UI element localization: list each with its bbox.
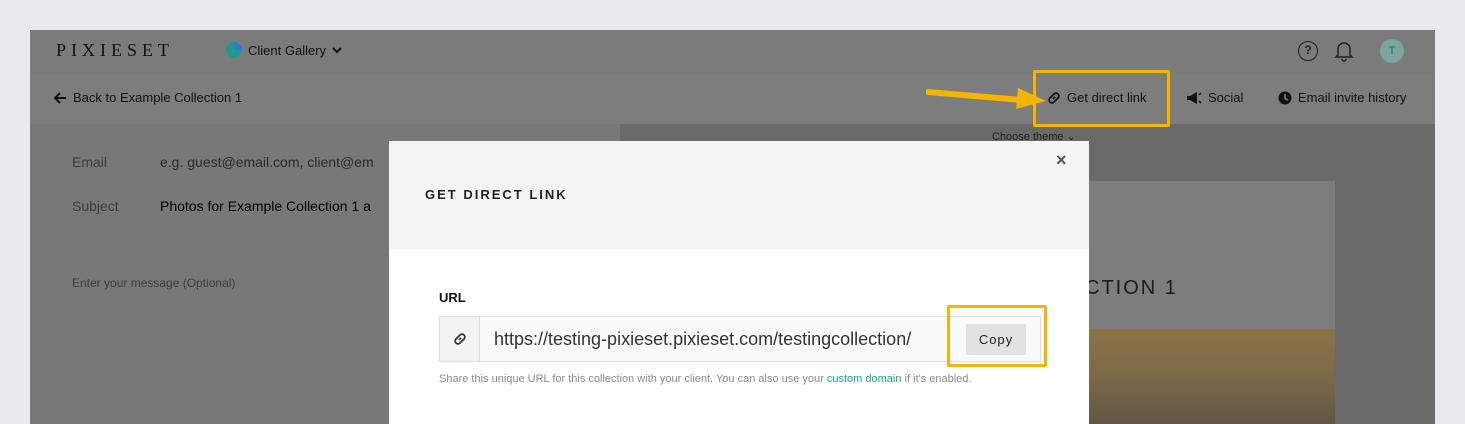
help-icon[interactable]: ? (1298, 41, 1318, 61)
collection-action-bar: Back to Example Collection 1 Get direct … (30, 74, 1435, 124)
copy-highlight-box (947, 305, 1047, 367)
email-invite-history-label: Email invite history (1298, 90, 1407, 105)
modal-header: GET DIRECT LINK × (389, 141, 1089, 249)
url-link-cell (440, 317, 480, 361)
preview-cover-photo (1085, 329, 1335, 424)
subject-field[interactable]: Photos for Example Collection 1 a (160, 198, 371, 214)
back-to-collection-link[interactable]: Back to Example Collection 1 (54, 90, 242, 105)
message-field[interactable]: Enter your message (Optional) (72, 276, 235, 290)
preview-collection-title: CTION 1 (1085, 277, 1178, 299)
client-gallery-switcher[interactable]: Client Gallery (226, 42, 342, 58)
subject-label: Subject (72, 198, 119, 214)
social-button[interactable]: Social (1186, 90, 1243, 105)
direct-link-highlight-box (1033, 70, 1170, 127)
email-field[interactable]: e.g. guest@email.com, client@em (160, 154, 374, 170)
user-avatar[interactable]: T (1380, 39, 1404, 63)
get-direct-link-modal: GET DIRECT LINK × URL https://testing-pi… (389, 141, 1089, 424)
pointer-arrow-icon (926, 88, 1046, 109)
close-icon[interactable]: × (1056, 150, 1067, 171)
back-arrow-icon (54, 91, 66, 104)
email-preview-card: CTION 1 (1085, 181, 1335, 424)
email-label: Email (72, 154, 108, 170)
help-text-prefix: Share this unique URL for this collectio… (439, 373, 827, 385)
pixieset-logo[interactable]: PIXIESET (56, 40, 174, 61)
bell-icon[interactable] (1334, 40, 1354, 62)
client-gallery-icon (226, 42, 242, 58)
direct-url-value[interactable]: https://testing-pixieset.pixieset.com/te… (494, 329, 911, 350)
url-label: URL (439, 290, 466, 305)
url-help-text: Share this unique URL for this collectio… (439, 371, 1019, 387)
modal-title: GET DIRECT LINK (425, 187, 568, 202)
app-window: PIXIESET Client Gallery ? T Back to Exam… (30, 30, 1435, 424)
email-invite-history-button[interactable]: Email invite history (1278, 90, 1406, 105)
megaphone-icon (1187, 91, 1202, 104)
custom-domain-link[interactable]: custom domain (827, 373, 902, 385)
help-text-suffix: if it's enabled. (901, 373, 972, 385)
chevron-down-icon (332, 47, 342, 54)
top-app-bar: PIXIESET Client Gallery ? T (30, 30, 1435, 74)
link-icon (454, 333, 466, 345)
clock-icon (1278, 91, 1292, 104)
client-gallery-label: Client Gallery (248, 42, 327, 58)
back-link-label: Back to Example Collection 1 (73, 90, 243, 105)
social-label: Social (1208, 90, 1244, 105)
